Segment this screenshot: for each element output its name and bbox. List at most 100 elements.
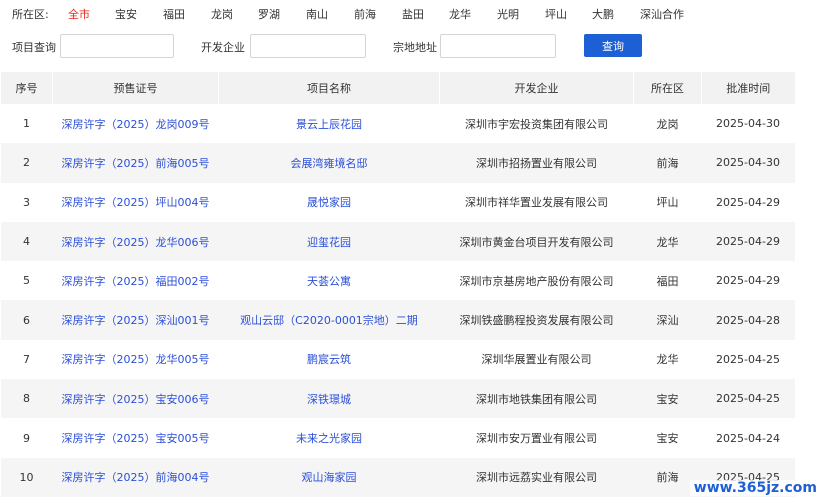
district-cell: 前海 bbox=[633, 143, 702, 183]
land-address-label: 宗地地址 bbox=[393, 41, 437, 54]
developer-cell: 深圳市祥华置业发展有限公司 bbox=[465, 196, 608, 210]
project-name-link[interactable]: 天荟公寓 bbox=[219, 261, 440, 300]
approval-date-cell: 2025-04-29 bbox=[701, 221, 795, 262]
district-cell: 深汕 bbox=[633, 300, 702, 340]
table-row: 6 深房许字（2025）深汕001号 观山云邸（C2020-0001宗地）二期 … bbox=[0, 300, 795, 340]
district-longhua[interactable]: 龙华 bbox=[449, 6, 471, 22]
district-shenshan[interactable]: 深汕合作 bbox=[640, 6, 684, 22]
search-bar: 项目查询 开发企业 宗地地址 查询 bbox=[0, 32, 831, 60]
permit-number-link[interactable]: 深房许字（2025）宝安005号 bbox=[53, 418, 219, 457]
developer-cell: 深圳铁盛鹏程投资发展有限公司 bbox=[439, 300, 634, 340]
permit-number-link[interactable]: 深房许字（2025）坪山004号 bbox=[53, 183, 219, 222]
table-row: 1 深房许字（2025）龙岗009号 景云上辰花园 深圳市宇宏投资集团有限公司 … bbox=[1, 104, 795, 143]
district-futian[interactable]: 福田 bbox=[163, 6, 185, 22]
row-serial: 7 bbox=[23, 352, 30, 366]
district-qianhai[interactable]: 前海 bbox=[354, 6, 376, 22]
project-name-link[interactable]: 深铁璟城 bbox=[218, 379, 440, 419]
developer-cell: 深圳市京基房地产股份有限公司 bbox=[459, 274, 614, 288]
district-cell: 宝安 bbox=[656, 432, 679, 446]
approval-date-cell: 2025-04-24 bbox=[716, 431, 780, 445]
district-cell: 福田 bbox=[656, 274, 679, 288]
developer-cell: 深圳市黄金台项目开发有限公司 bbox=[439, 221, 634, 262]
row-serial: 1 bbox=[23, 117, 30, 131]
developer-cell: 深圳市远荔实业有限公司 bbox=[439, 457, 634, 497]
site-watermark: www.365jz.com bbox=[689, 480, 821, 496]
approval-date-cell: 2025-04-28 bbox=[701, 300, 795, 340]
district-all[interactable]: 全市 bbox=[68, 6, 90, 22]
permit-number-link[interactable]: 深房许字（2025）前海004号 bbox=[52, 457, 219, 497]
developer-search-label: 开发企业 bbox=[201, 41, 245, 54]
district-filter-label: 所在区: bbox=[12, 8, 49, 21]
approval-date-cell: 2025-04-30 bbox=[716, 117, 780, 131]
permit-number-link[interactable]: 深房许字（2025）深汕001号 bbox=[52, 300, 219, 340]
row-serial: 5 bbox=[23, 274, 30, 288]
approval-date-cell: 2025-04-30 bbox=[701, 143, 795, 183]
district-dapeng[interactable]: 大鹏 bbox=[592, 6, 614, 22]
header-developer[interactable]: 开发企业 bbox=[439, 72, 634, 104]
project-name-link[interactable]: 鹏宸云筑 bbox=[219, 340, 440, 379]
permit-number-link[interactable]: 深房许字（2025）龙华006号 bbox=[52, 221, 219, 262]
developer-cell: 深圳市安万置业有限公司 bbox=[476, 432, 597, 446]
district-yantian[interactable]: 盐田 bbox=[402, 6, 424, 22]
district-filter-bar: 所在区: 全市 宝安 福田 龙岗 罗湖 南山 前海 盐田 龙华 光明 坪山 大鹏… bbox=[0, 0, 831, 28]
table-row: 5 深房许字（2025）福田002号 天荟公寓 深圳市京基房地产股份有限公司 福… bbox=[1, 261, 795, 300]
district-cell: 龙华 bbox=[633, 221, 702, 262]
search-button[interactable]: 查询 bbox=[584, 34, 642, 57]
project-search-input[interactable] bbox=[60, 34, 174, 58]
table-row: 9 深房许字（2025）宝安005号 未来之光家园 深圳市安万置业有限公司 宝安… bbox=[1, 418, 795, 457]
row-serial: 3 bbox=[23, 195, 30, 209]
row-serial: 6 bbox=[0, 300, 53, 340]
district-cell: 宝安 bbox=[633, 379, 702, 419]
permit-number-link[interactable]: 深房许字（2025）龙岗009号 bbox=[53, 104, 219, 143]
row-serial: 4 bbox=[0, 221, 53, 262]
table-row: 3 深房许字（2025）坪山004号 晟悦家园 深圳市祥华置业发展有限公司 坪山… bbox=[1, 183, 795, 222]
table-row: 2 深房许字（2025）前海005号 会展湾雍境名邸 深圳市招扬置业有限公司 前… bbox=[0, 143, 795, 183]
district-baoan[interactable]: 宝安 bbox=[115, 6, 137, 22]
table-header-row: 序号 预售证号 项目名称 开发企业 所在区 批准时间 bbox=[0, 72, 795, 104]
permit-number-link[interactable]: 深房许字（2025）前海005号 bbox=[52, 143, 219, 183]
district-guangming[interactable]: 光明 bbox=[497, 6, 519, 22]
row-serial: 8 bbox=[0, 379, 53, 419]
table-row: 10 深房许字（2025）前海004号 观山海家园 深圳市远荔实业有限公司 前海… bbox=[0, 457, 795, 497]
header-district[interactable]: 所在区 bbox=[633, 72, 702, 104]
district-cell: 龙岗 bbox=[656, 117, 679, 131]
district-nanshan[interactable]: 南山 bbox=[306, 6, 328, 22]
row-serial: 10 bbox=[0, 457, 53, 497]
permit-number-link[interactable]: 深房许字（2025）龙华005号 bbox=[53, 340, 219, 379]
developer-cell: 深圳市招扬置业有限公司 bbox=[439, 143, 634, 183]
developer-search-input[interactable] bbox=[250, 34, 366, 58]
row-serial: 9 bbox=[23, 431, 30, 445]
approval-date-cell: 2025-04-25 bbox=[701, 379, 795, 419]
project-name-link[interactable]: 观山海家园 bbox=[218, 457, 440, 497]
table-row: 4 深房许字（2025）龙华006号 迎玺花园 深圳市黄金台项目开发有限公司 龙… bbox=[0, 221, 795, 262]
district-cell: 坪山 bbox=[656, 196, 679, 210]
project-name-link[interactable]: 未来之光家园 bbox=[219, 418, 440, 457]
permit-number-link[interactable]: 深房许字（2025）宝安006号 bbox=[52, 379, 219, 419]
project-name-link[interactable]: 晟悦家园 bbox=[219, 183, 440, 222]
district-longgang[interactable]: 龙岗 bbox=[211, 6, 233, 22]
project-search-label: 项目查询 bbox=[12, 41, 56, 54]
approval-date-cell: 2025-04-25 bbox=[716, 352, 780, 366]
approval-date-cell: 2025-04-29 bbox=[716, 274, 780, 288]
presale-permit-table: 序号 预售证号 项目名称 开发企业 所在区 批准时间 1 深房许字（2025）龙… bbox=[0, 72, 795, 497]
permit-number-link[interactable]: 深房许字（2025）福田002号 bbox=[53, 261, 219, 300]
developer-cell: 深圳华展置业有限公司 bbox=[481, 353, 592, 367]
header-serial[interactable]: 序号 bbox=[0, 72, 53, 104]
project-name-link[interactable]: 会展湾雍境名邸 bbox=[218, 143, 440, 183]
approval-date-cell: 2025-04-29 bbox=[716, 195, 780, 209]
header-approval-date[interactable]: 批准时间 bbox=[701, 72, 795, 104]
table-row: 8 深房许字（2025）宝安006号 深铁璟城 深圳市地铁集团有限公司 宝安 2… bbox=[0, 379, 795, 419]
district-pingshan[interactable]: 坪山 bbox=[545, 6, 567, 22]
developer-cell: 深圳市宇宏投资集团有限公司 bbox=[465, 117, 608, 131]
developer-cell: 深圳市地铁集团有限公司 bbox=[439, 379, 634, 419]
district-cell: 龙华 bbox=[656, 353, 679, 367]
header-permit-number[interactable]: 预售证号 bbox=[52, 72, 219, 104]
table-row: 7 深房许字（2025）龙华005号 鹏宸云筑 深圳华展置业有限公司 龙华 20… bbox=[1, 340, 795, 379]
row-serial: 2 bbox=[0, 143, 53, 183]
land-address-input[interactable] bbox=[440, 34, 556, 58]
project-name-link[interactable]: 迎玺花园 bbox=[218, 221, 440, 262]
header-project-name[interactable]: 项目名称 bbox=[218, 72, 440, 104]
district-luohu[interactable]: 罗湖 bbox=[258, 6, 280, 22]
project-name-link[interactable]: 观山云邸（C2020-0001宗地）二期 bbox=[218, 300, 440, 340]
project-name-link[interactable]: 景云上辰花园 bbox=[219, 104, 440, 143]
